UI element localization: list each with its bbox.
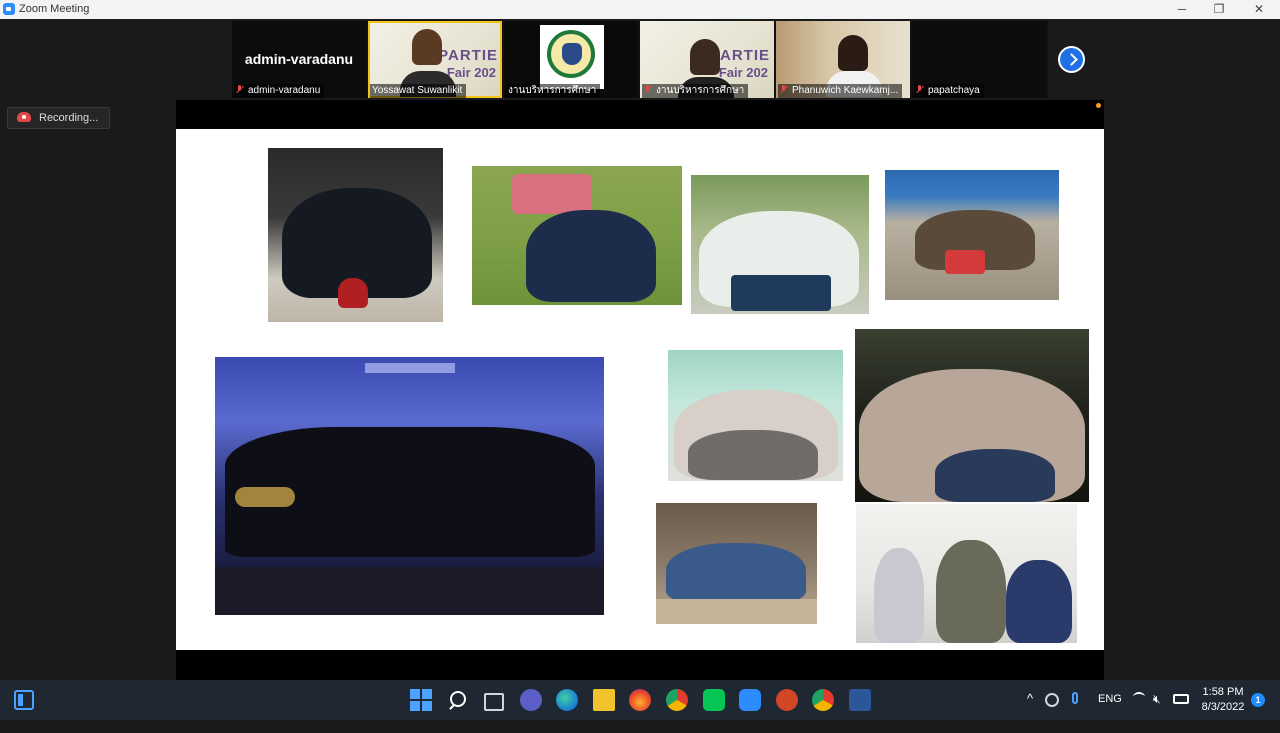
muted-mic-icon [916, 85, 923, 94]
collage-photo-indoor-group [668, 350, 843, 481]
wifi-icon[interactable] [1133, 692, 1145, 702]
participant-tile[interactable]: Phanuwich Kaewkamj... [776, 21, 910, 98]
maximize-button[interactable]: ❐ [1199, 0, 1239, 19]
recording-indicator[interactable]: Recording... [7, 107, 110, 129]
tray-overflow-chevron-icon[interactable]: ^ [1027, 691, 1033, 731]
participant-tile-active-speaker[interactable]: PARTIE Fair 202 Yossawat Suwanlikit [368, 21, 502, 98]
poster-text: Fair 202 [446, 65, 496, 80]
participant-tile[interactable]: admin-varadanu admin-varadanu [232, 21, 366, 98]
collage-photo-award-group [856, 504, 1077, 643]
clock-date: 8/3/2022 [1201, 701, 1245, 713]
meeting-area: Recording... admin-varadanu admin-varada… [0, 19, 1280, 680]
participant-video-face [690, 39, 720, 75]
system-clock[interactable]: 1:58 PM 8/3/2022 [1198, 685, 1248, 715]
shared-screen [176, 100, 1104, 680]
windows-taskbar: ^ ENG 🔇︎ 1:58 PM 8/3/2022 1 [0, 680, 1280, 720]
teams-chat-icon[interactable] [520, 689, 542, 711]
muted-mic-icon [780, 85, 787, 94]
collage-photo-football-huddle [472, 166, 682, 305]
share-indicator-dot [1096, 103, 1101, 108]
muted-mic-icon [644, 85, 651, 94]
muted-mic-icon [236, 85, 243, 94]
window-title: Zoom Meeting [19, 3, 90, 15]
collage-photo-village-group [656, 503, 817, 624]
collage-photo-team-black-jerseys [268, 148, 443, 322]
chrome-profile-icon[interactable] [812, 689, 834, 711]
collage-photo-night-group [855, 329, 1089, 502]
participant-name-label: papatchaya [914, 84, 984, 98]
participant-name-label: Phanuwich Kaewkamj... [778, 84, 903, 98]
participant-video-face [412, 29, 442, 65]
collage-photo-outdoor-gathering [885, 170, 1059, 300]
task-view-icon[interactable] [484, 693, 504, 711]
participant-name-label: Yossawat Suwanlikit [370, 84, 467, 98]
cloud-recording-icon [17, 112, 31, 122]
next-page-arrow-icon[interactable] [1058, 46, 1085, 73]
widgets-icon[interactable] [14, 690, 34, 710]
participant-gallery-strip: admin-varadanu admin-varadanu PARTIE Fai… [232, 21, 1048, 98]
participant-video-face [838, 35, 868, 71]
collage-photo-band-on-stage [215, 357, 604, 615]
participant-tile[interactable]: งานบริหารการศึกษา [504, 21, 638, 98]
close-button[interactable]: ✕ [1239, 0, 1279, 19]
powerpoint-icon[interactable] [776, 689, 798, 711]
recording-label: Recording... [39, 112, 99, 124]
search-icon[interactable] [447, 689, 469, 711]
line-app-icon[interactable] [703, 689, 725, 711]
participant-name-label: งานบริหารการศึกษา [506, 84, 601, 98]
poster-text: PARTIE [438, 47, 498, 64]
participant-name-label: admin-varadanu [234, 84, 325, 98]
minimize-button[interactable]: ─ [1162, 0, 1202, 19]
battery-icon[interactable] [1173, 694, 1189, 704]
input-language[interactable]: ENG [1098, 693, 1122, 733]
poster-text: Fair 202 [718, 65, 768, 80]
speaker-muted-icon[interactable]: 🔇︎ [1153, 692, 1161, 732]
collage-photo-basketball-team [691, 175, 869, 314]
zoom-app-icon [3, 3, 15, 15]
participant-name-label: งานบริหารการศึกษา [642, 84, 749, 98]
participant-tile[interactable]: papatchaya [912, 21, 1046, 98]
word-icon[interactable] [849, 689, 871, 711]
microphone-icon[interactable] [1072, 692, 1078, 704]
notification-badge[interactable]: 1 [1251, 693, 1265, 707]
firefox-icon[interactable] [629, 689, 651, 711]
edge-browser-icon[interactable] [556, 689, 578, 711]
title-bar: Zoom Meeting ─ ❐ ✕ [0, 0, 1280, 19]
school-logo-image [540, 25, 604, 89]
participant-tile[interactable]: PARTIE Fair 202 งานบริหารการศึกษา [640, 21, 774, 98]
clock-time: 1:58 PM [1202, 686, 1244, 698]
chrome-icon[interactable] [666, 689, 688, 711]
start-menu-icon[interactable] [410, 689, 432, 711]
shared-slide-photo-collage [176, 129, 1104, 650]
participant-display-name: admin-varadanu [244, 51, 354, 67]
file-explorer-icon[interactable] [593, 689, 615, 711]
zoom-taskbar-icon[interactable] [739, 689, 761, 711]
sync-icon[interactable] [1045, 693, 1059, 707]
